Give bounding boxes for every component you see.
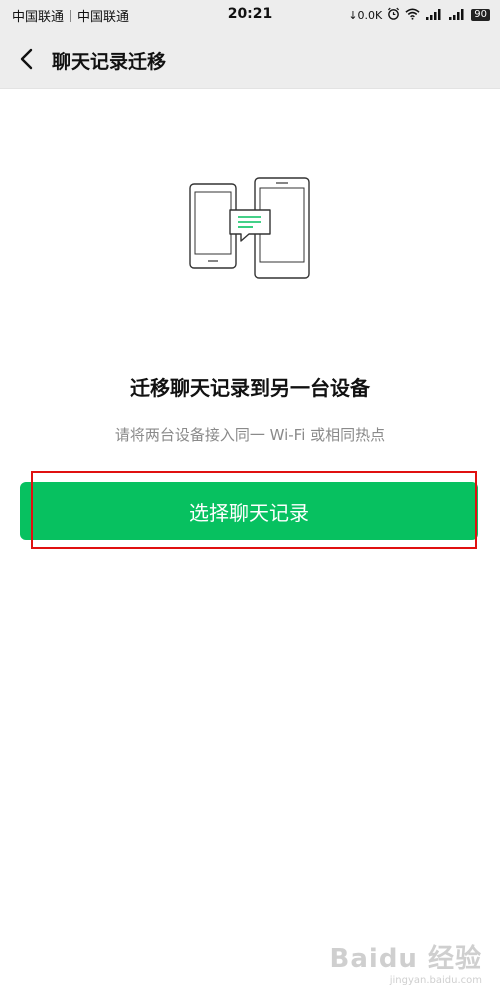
select-chat-history-button[interactable]: 选择聊天记录 <box>20 482 478 540</box>
page-title: 聊天记录迁移 <box>52 51 167 73</box>
status-bar: 中国联通 中国联通 20:21 ↓0.0K 90 <box>0 0 500 30</box>
phone-transfer-illustration <box>185 170 315 285</box>
watermark-url: jingyan.baidu.com <box>389 975 482 986</box>
network-speed-value: 0.0K <box>357 8 383 22</box>
chevron-left-icon <box>20 48 33 70</box>
wifi-instruction: 请将两台设备接入同一 Wi-Fi 或相同热点 <box>114 426 386 444</box>
wifi-icon <box>405 8 420 23</box>
alarm-icon <box>387 7 400 23</box>
network-speed: ↓0.0K <box>348 9 382 22</box>
battery-icon: 90 <box>471 9 490 21</box>
signal-icon-1 <box>425 8 443 23</box>
back-button[interactable] <box>12 44 42 74</box>
nav-header: 聊天记录迁移 <box>0 30 500 89</box>
migration-headline: 迁移聊天记录到另一台设备 <box>130 376 370 400</box>
status-icons: ↓0.0K 90 <box>348 7 490 23</box>
signal-icon-2 <box>448 8 466 23</box>
watermark-logo: Baidu 经验 <box>329 944 482 974</box>
speed-arrow-icon: ↓ <box>348 8 358 22</box>
baidu-watermark: Baidu 经验 jingyan.baidu.com <box>330 938 482 986</box>
